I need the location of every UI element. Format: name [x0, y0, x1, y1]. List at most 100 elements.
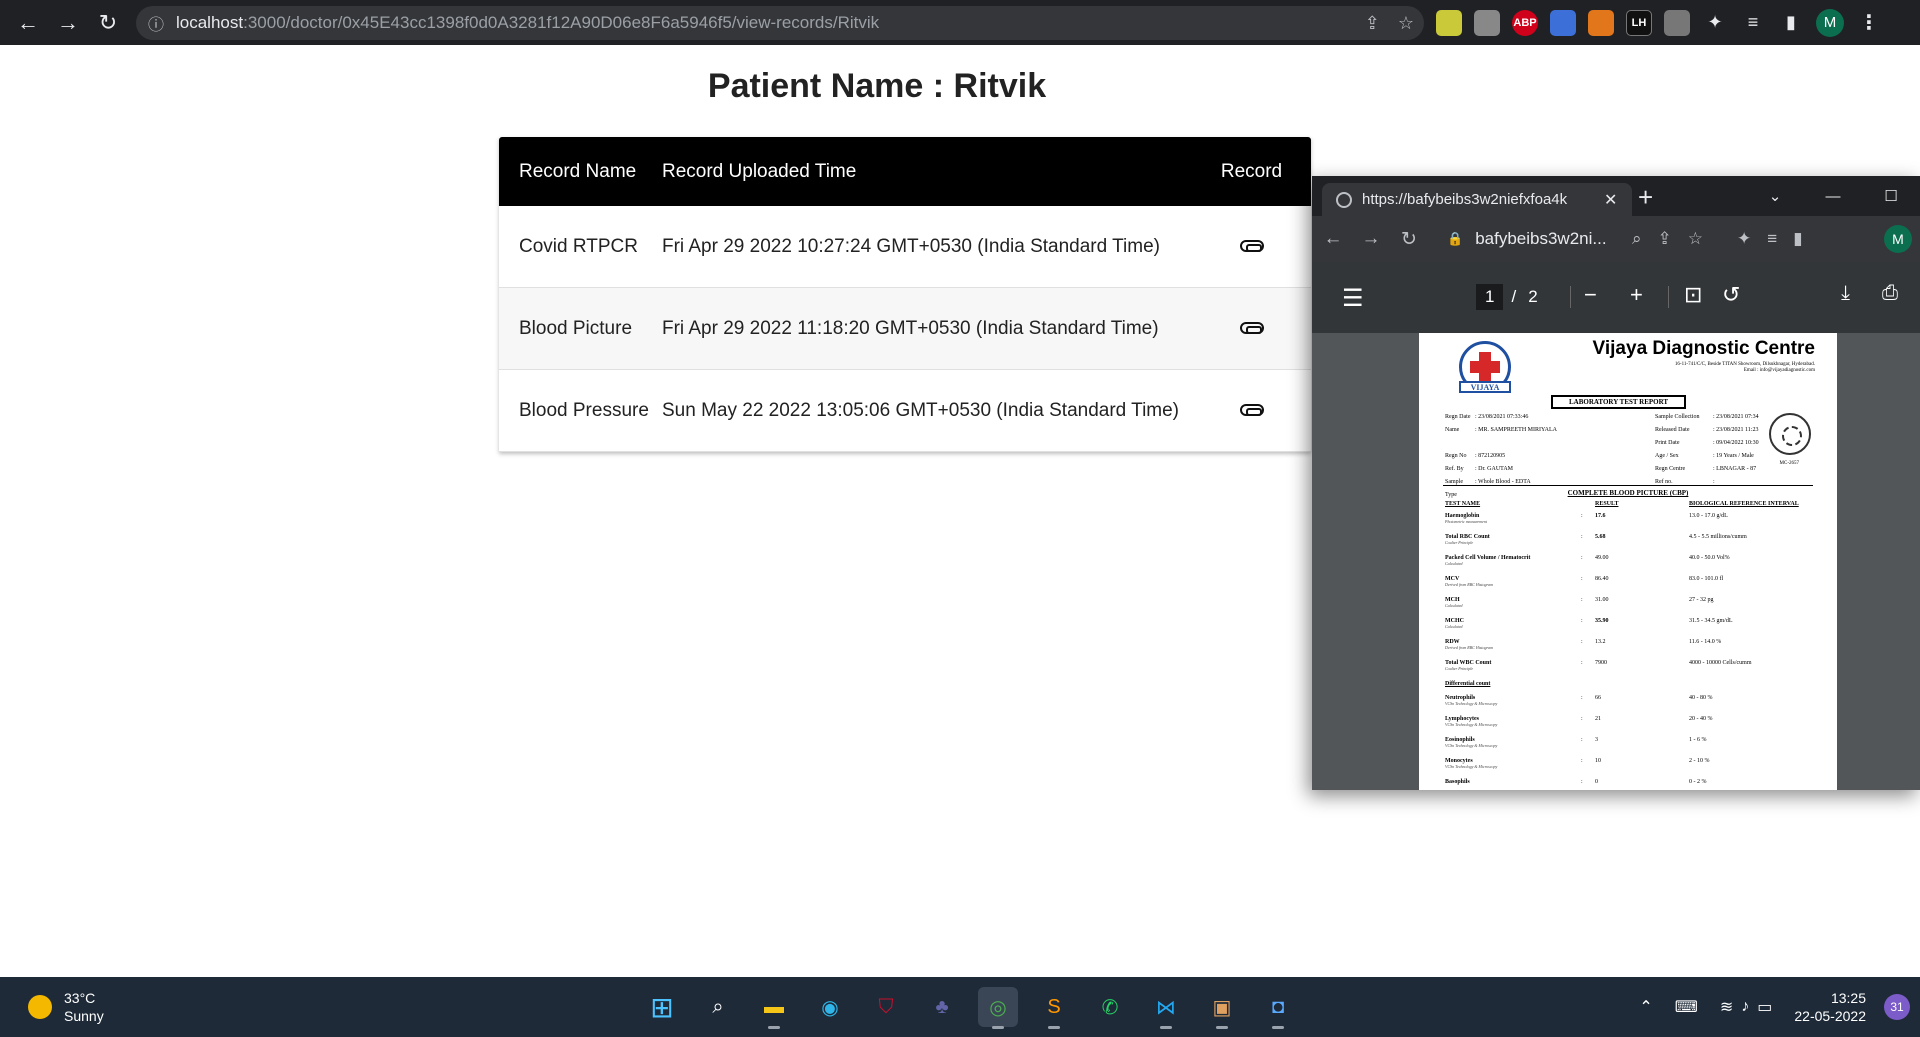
clock[interactable]: 13:25 22-05-2022 [1794, 989, 1866, 1025]
pdf-popup-window: https://bafybeibs3w2niefxfoa4k ✕ + ⌄ — ☐… [1312, 176, 1920, 790]
sublime-text-icon[interactable]: S [1034, 987, 1074, 1029]
taskbar-apps: ⊞ ⌕ ▬ ◉ ⛉ ♣ ◎ S ✆ ⋈ ▣ ◘ [642, 987, 1298, 1029]
wifi-icon[interactable]: ≋ [1720, 997, 1733, 1017]
whatsapp-icon[interactable]: ✆ [1090, 987, 1130, 1027]
back-button[interactable]: ← [1314, 228, 1352, 250]
edge-icon[interactable]: ◉ [810, 987, 850, 1027]
extension-icon[interactable] [1664, 9, 1690, 36]
record-time: Fri Apr 29 2022 11:18:20 GMT+0530 (India… [662, 317, 1159, 339]
lab-address: 16-11-741/C/C, Beside TITAN Showroom, Di… [1674, 362, 1815, 373]
lock-icon[interactable]: 🔒 [1447, 231, 1463, 247]
seal-text: MC-2657 [1779, 461, 1799, 466]
menu-kebab-icon[interactable]: ⋮ [1856, 10, 1882, 36]
keyboard-icon[interactable]: ⌨ [1675, 997, 1698, 1017]
profile-avatar[interactable]: M [1884, 225, 1912, 253]
records-table: Record Name Record Uploaded Time Record … [499, 137, 1311, 452]
weather-widget[interactable]: 33°C Sunny [28, 989, 104, 1025]
side-panel-icon[interactable]: ▮ [1793, 229, 1802, 249]
table-row: Covid RTPCR Fri Apr 29 2022 10:27:24 GMT… [499, 206, 1311, 288]
time: 13:25 [1830, 990, 1866, 1006]
toolbar-divider [1570, 286, 1571, 308]
forward-button[interactable]: → [1352, 228, 1390, 250]
extension-icon[interactable] [1474, 9, 1500, 36]
print-icon[interactable]: ⎙ [1882, 282, 1898, 305]
test-row: Basophils:0 0 - 2 % [1445, 779, 1707, 785]
bookmark-star-icon[interactable]: ☆ [1688, 229, 1703, 249]
fit-page-icon[interactable]: ⊡ [1684, 282, 1702, 308]
page-number-input[interactable]: 1 [1476, 284, 1504, 310]
package-icon[interactable]: ▣ [1202, 987, 1242, 1029]
download-icon[interactable]: ⤓ [1841, 282, 1850, 305]
weather-condition: Sunny [64, 1008, 104, 1024]
minimize-button[interactable]: — [1804, 188, 1862, 205]
hamburger-menu-icon[interactable]: ☰ [1342, 284, 1364, 313]
start-icon[interactable]: ⊞ [642, 987, 682, 1027]
tab-search-icon[interactable]: ⌄ [1746, 187, 1804, 205]
notification-badge[interactable]: 31 [1884, 994, 1910, 1020]
window-controls: ⌄ — ☐ [1746, 176, 1920, 216]
system-tray: ⌃ ⌨ ≋ ♪ ▭ 13:25 22-05-2022 31 [1639, 977, 1920, 1037]
mcafee-icon[interactable]: ⛉ [866, 987, 906, 1027]
reload-button[interactable]: ↻ [1390, 228, 1428, 251]
report-title: LABORATORY TEST REPORT [1551, 395, 1687, 409]
battery-icon[interactable]: ▭ [1757, 997, 1772, 1017]
media-controls-icon[interactable]: ≡ [1740, 10, 1766, 36]
side-panel-icon[interactable]: ▮ [1778, 10, 1804, 36]
test-row: Total RBC Count Coulter Principle:5.68 4.5… [1445, 534, 1747, 545]
lighthouse-icon[interactable]: LH [1626, 9, 1652, 36]
attachment-icon[interactable] [1239, 403, 1264, 416]
vscode-icon[interactable]: ⋈ [1146, 987, 1186, 1029]
volume-icon[interactable]: ♪ [1741, 998, 1749, 1016]
zoom-icon[interactable]: ⌕ [1632, 229, 1642, 249]
puzzle-extensions-icon[interactable]: ✦ [1737, 229, 1751, 249]
column-header-record-name: Record Name [519, 160, 637, 182]
record-name: Covid RTPCR [519, 235, 638, 257]
test-results-table: TEST NAME RESULT BIOLOGICAL REFERENCE INTE… [1445, 501, 1815, 790]
test-row: Differential count [1445, 681, 1491, 687]
bookmark-star-icon[interactable]: ☆ [1398, 13, 1414, 34]
test-row: Eosinophils VCSn Technology & Microscopy:… [1445, 737, 1707, 748]
popup-tabbar: https://bafybeibs3w2niefxfoa4k ✕ + ⌄ — ☐ [1312, 176, 1920, 216]
test-row: Packed Cell Volume / Hematocrit Calculate… [1445, 555, 1730, 566]
table-row: Blood Pressure Sun May 22 2022 13:05:06 … [499, 370, 1311, 452]
adblock-icon[interactable]: ABP [1512, 9, 1538, 36]
chevron-up-icon[interactable]: ⌃ [1639, 997, 1652, 1017]
test-row: MCV Derived from RBC Histogram:86.40 83.0 … [1445, 576, 1724, 587]
puzzle-extensions-icon[interactable]: ✦ [1702, 10, 1728, 36]
extension-icon[interactable] [1436, 9, 1462, 36]
attachment-icon[interactable] [1239, 239, 1264, 252]
media-controls-icon[interactable]: ≡ [1767, 229, 1777, 249]
test-row: Total WBC Count Coulter Principle:7900 400… [1445, 660, 1752, 671]
test-row: Monocytes VCSn Technology & Microscopy:10… [1445, 758, 1710, 769]
profile-avatar[interactable]: M [1816, 8, 1844, 37]
search-icon[interactable]: ⌕ [698, 987, 738, 1027]
metamask-icon[interactable] [1588, 9, 1614, 36]
teams-icon[interactable]: ♣ [922, 987, 962, 1027]
lab-logo-text: VIJAYA [1459, 381, 1511, 393]
popup-url: bafybeibs3w2ni... [1475, 229, 1607, 248]
share-icon[interactable]: ⇪ [1658, 229, 1672, 249]
test-row: MCH Calculated:31.00 27 - 32 pg [1445, 597, 1714, 608]
address-bar[interactable]: ⓘ localhost:3000/doctor/0x45E43cc1398f0d… [136, 6, 1424, 40]
reload-button[interactable]: ↻ [88, 0, 128, 45]
close-tab-icon[interactable]: ✕ [1604, 190, 1617, 210]
page-title: Patient Name : Ritvik [707, 67, 1047, 105]
new-tab-button[interactable]: + [1638, 182, 1653, 213]
test-row: RDW Derived from RBC Histogram:13.2 11.6 -… [1445, 639, 1722, 650]
zoom-in-icon[interactable]: + [1630, 282, 1643, 308]
share-icon[interactable]: ⇪ [1365, 13, 1380, 34]
maximize-button[interactable]: ☐ [1862, 187, 1920, 205]
popup-tab[interactable]: https://bafybeibs3w2niefxfoa4k ✕ [1322, 183, 1632, 216]
forward-button[interactable]: → [48, 0, 88, 45]
back-button[interactable]: ← [8, 0, 48, 45]
pdf-viewer[interactable]: VIJAYA Vijaya Diagnostic Centre 16-11-74… [1312, 333, 1920, 790]
zoom-out-icon[interactable]: − [1584, 282, 1597, 308]
site-info-icon[interactable]: ⓘ [136, 11, 176, 35]
attachment-icon[interactable] [1239, 321, 1264, 334]
chrome-icon[interactable]: ◎ [978, 987, 1018, 1029]
extension-icon[interactable] [1550, 9, 1576, 36]
camera-app-icon[interactable]: ◘ [1258, 987, 1298, 1029]
rotate-icon[interactable]: ↺ [1722, 282, 1740, 308]
file-explorer-icon[interactable]: ▬ [754, 987, 794, 1029]
browser-toolbar: ← → ↻ ⓘ localhost:3000/doctor/0x45E43cc1… [0, 0, 1920, 45]
